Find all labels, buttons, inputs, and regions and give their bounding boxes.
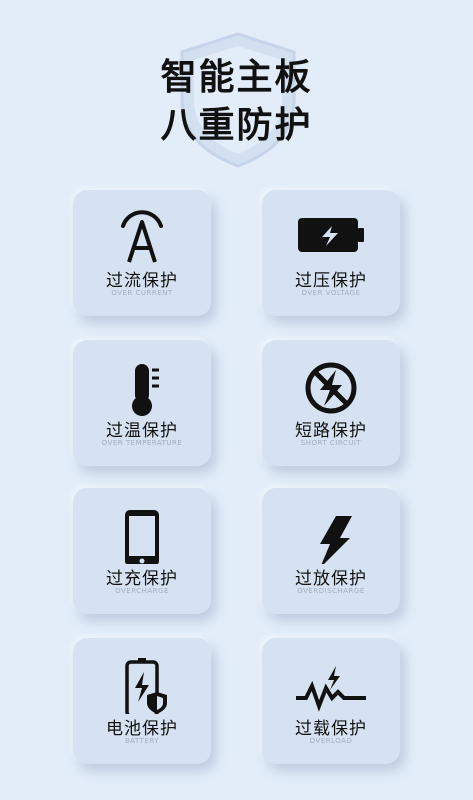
current-icon [121,210,163,263]
card-over-voltage: 过压保护 OVER VOLTAGE [262,190,400,316]
shield-watermark-icon [180,32,296,168]
card-subtitle: OVERLOAD [309,737,353,745]
card-subtitle: BATTERY [124,737,160,745]
card-label: 电池保护 [106,719,178,739]
card-label: 过温保护 [106,421,178,441]
card-overdischarge: 过放保护 OVERDISCHARGE [262,488,400,614]
card-label: 过载保护 [295,719,367,739]
card-subtitle: OVERCHARGE [115,587,169,595]
card-battery: 电池保护 BATTERY [73,638,211,764]
card-subtitle: OVER CURRENT [111,289,173,297]
phone-icon [125,510,159,564]
overload-pulse-icon [296,666,366,712]
card-label: 过充保护 [106,569,178,589]
lightning-icon [320,516,352,564]
page-title-line-1: 智能主板 [160,57,313,98]
card-subtitle: OVER VOLTAGE [301,289,361,297]
card-over-current: 过流保护 OVER CURRENT [73,190,211,316]
card-subtitle: OVER TEMPERATURE [101,439,183,447]
card-label: 过压保护 [295,271,367,291]
card-overload: 过载保护 OVERLOAD [262,638,400,764]
card-label: 短路保护 [295,421,367,441]
card-overcharge: 过充保护 OVERCHARGE [73,488,211,614]
card-label: 过流保护 [106,271,178,291]
no-lightning-icon [305,362,357,414]
battery-voltage-icon [298,218,364,252]
card-subtitle: OVERDISCHARGE [297,587,365,595]
battery-shield-icon [125,658,167,714]
card-over-temperature: 过温保护 OVER TEMPERATURE [73,340,211,466]
card-subtitle: SHORT CIRCUIT [300,439,362,447]
card-short-circuit: 短路保护 SHORT CIRCUIT [262,340,400,466]
card-label: 过放保护 [295,569,367,589]
thermometer-icon [132,364,159,416]
page-title-line-2: 八重防护 [160,105,313,146]
